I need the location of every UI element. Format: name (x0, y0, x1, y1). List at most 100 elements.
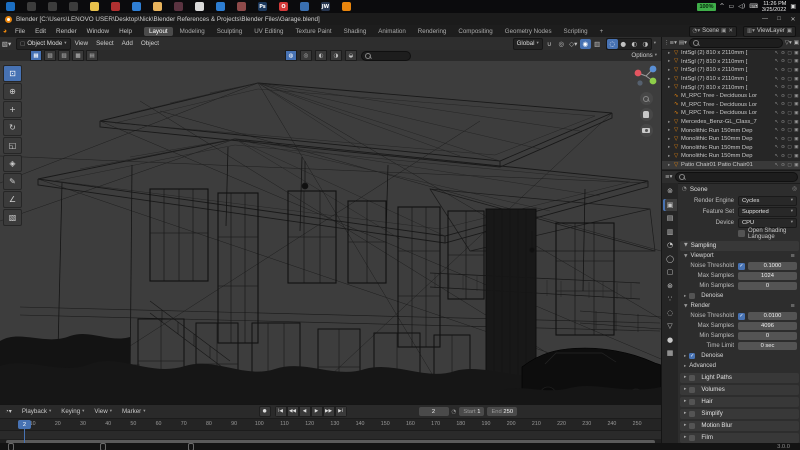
collapsed-panel-header[interactable]: ▸ Volumes (680, 385, 799, 396)
outliner-item[interactable]: ▸ Monolithic Run 150mm Dep ↖ ⊙ ▢ ▣ (662, 126, 800, 135)
rd-min-samples-field[interactable]: 0 (738, 332, 797, 340)
properties-tab[interactable]: ⊛ (663, 280, 677, 292)
taskbar-app-icon[interactable]: JW (321, 2, 330, 11)
properties-tab[interactable]: ▢ (663, 266, 677, 278)
transform-orientation-dropdown[interactable]: Global▾ (513, 38, 543, 50)
properties-tab[interactable]: ▽ (663, 320, 677, 332)
visibility-toggle-icons[interactable]: ↖ ⊙ ▢ ▣ (775, 77, 800, 82)
rd-denoise-subpanel[interactable]: ▸ ✓ Denoise (678, 351, 800, 361)
overlays-toggle-icon[interactable]: ◉ (580, 39, 591, 49)
properties-tab[interactable]: ◯ (663, 253, 677, 265)
timeline-menu-item[interactable]: Keying▾ (56, 408, 89, 415)
viewport-tool-button[interactable]: + (3, 101, 22, 118)
feature-set-dropdown[interactable]: Supported▾ (738, 207, 797, 217)
vp-noise-threshold-checkbox[interactable]: ✓ (738, 263, 745, 270)
viewport-menu-item[interactable]: Object (137, 40, 163, 47)
playback-button[interactable]: ▶I (335, 406, 347, 417)
select-mode-extend-button[interactable]: ▧ (44, 50, 56, 61)
outliner-item[interactable]: ▸ Monolithic Run 150mm Dep ↖ ⊙ ▢ ▣ (662, 144, 800, 153)
taskbar-app-icon[interactable] (216, 2, 225, 11)
shading-mode-button[interactable]: ◑ (640, 39, 651, 49)
viewport-tool-button[interactable]: ✎ (3, 173, 22, 190)
vp-denoise-subpanel[interactable]: ▸ Denoise (678, 291, 800, 301)
snap-magnet-icon[interactable]: ∪ (544, 39, 555, 49)
menu-item[interactable]: Window (82, 28, 114, 35)
outliner-item[interactable]: ▸ IntSgl (2) 810 x 2110mm [ ↖ ⊙ ▢ ▣ (662, 49, 800, 58)
visibility-toggle-icons[interactable]: ↖ ⊙ ▢ ▣ (775, 111, 800, 116)
properties-tab[interactable]: ▦ (663, 347, 677, 359)
properties-editor-icon[interactable]: ≡▾ (665, 174, 672, 180)
shading-mode-button[interactable]: ● (618, 39, 629, 49)
outliner-item[interactable]: ▸ IntSgl (7) 810 x 2110mm [ ↖ ⊙ ▢ ▣ (662, 66, 800, 75)
filter-toggle-icon-5[interactable]: ◒ (345, 50, 357, 61)
taskbar-app-icon[interactable] (300, 2, 309, 11)
panel-checkbox[interactable] (689, 411, 695, 417)
properties-search-input[interactable] (675, 172, 798, 182)
timeline-track[interactable] (0, 431, 661, 439)
panel-checkbox[interactable] (689, 423, 695, 429)
viewport-canvas[interactable] (0, 61, 661, 404)
visibility-toggle-icons[interactable]: ↖ ⊙ ▢ ▣ (775, 154, 800, 159)
taskbar-app-icon[interactable] (195, 2, 204, 11)
workspace-tab[interactable]: Shading (339, 27, 372, 36)
tray-expand-icon[interactable]: ^ (720, 3, 725, 10)
render-engine-dropdown[interactable]: Cycles▾ (738, 196, 797, 206)
playback-button[interactable]: ▶ (311, 406, 323, 417)
sampling-render-subpanel[interactable]: ▼Render ≡ (678, 301, 800, 311)
viewport-menu-item[interactable]: View (71, 40, 93, 47)
viewport-tool-button[interactable]: ◈ (3, 155, 22, 172)
rd-noise-threshold-checkbox[interactable]: ✓ (738, 313, 745, 320)
timeline-editor-icon[interactable]: ◔▾ (0, 408, 17, 415)
viewport-menu-item[interactable]: Select (92, 40, 118, 47)
taskbar-app-icon[interactable] (132, 2, 141, 11)
vp-max-samples-field[interactable]: 1024 (738, 272, 797, 280)
taskbar-app-icon[interactable] (6, 2, 15, 11)
battery-icon[interactable]: ▭ (729, 3, 735, 10)
collapsed-panel-header[interactable]: ▸ Motion Blur (680, 421, 799, 432)
viewport-tool-button[interactable]: ⊡ (3, 65, 22, 82)
menu-item[interactable]: Edit (30, 28, 51, 35)
pin-icon[interactable]: ◎ (792, 186, 797, 192)
filter-toggle-icon-2[interactable]: ◎ (300, 50, 312, 61)
timeline-menu-item[interactable]: Playback▾ (17, 408, 56, 415)
zoom-button[interactable] (640, 92, 653, 105)
vp-denoise-checkbox[interactable] (689, 293, 695, 299)
workspace-tab[interactable]: Texture Paint (290, 27, 336, 36)
panel-checkbox[interactable] (689, 375, 695, 381)
visibility-toggle-icons[interactable]: ↖ ⊙ ▢ ▣ (775, 85, 800, 90)
properties-tab[interactable]: ▣ (663, 199, 677, 211)
taskbar-app-icon[interactable] (111, 2, 120, 11)
proportional-editing-icon[interactable]: ◎ (556, 39, 567, 49)
new-scene-icon[interactable]: ▣ (721, 28, 726, 34)
editor-type-icon[interactable]: ▧▾ (1, 39, 12, 49)
workspace-tab[interactable]: Scripting (559, 27, 593, 36)
outliner-filter-icon[interactable]: ▽▾ (785, 40, 792, 46)
taskbar-app-icon[interactable]: Ps (258, 2, 267, 11)
outliner-item[interactable]: M_RPC Tree - Deciduous Lor ↖ ⊙ ▢ ▣ (662, 109, 800, 118)
rd-denoise-checkbox[interactable]: ✓ (689, 353, 695, 359)
select-mode-subtract-button[interactable]: ▨ (58, 50, 70, 61)
vp-noise-threshold-field[interactable]: 0.1000 (748, 262, 797, 270)
outliner-item[interactable]: ▸ Patio Chair01 Patio Chair01 ↖ ⊙ ▢ ▣ (662, 161, 800, 170)
gizmos-toggle-icon[interactable]: ◇▾ (568, 39, 579, 49)
close-button[interactable]: ✕ (786, 14, 800, 25)
select-mode-set-button[interactable]: ▦ (30, 50, 42, 61)
viewport-tool-button[interactable]: ◱ (3, 137, 22, 154)
visibility-toggle-icons[interactable]: ↖ ⊙ ▢ ▣ (775, 137, 800, 142)
viewport-tool-button[interactable]: ▧ (3, 209, 22, 226)
outliner-filter-collection-icon[interactable]: ▤▾ (679, 40, 687, 46)
outliner-item[interactable]: ▸ IntSgl (7) 810 x 2110mm [ ↖ ⊙ ▢ ▣ (662, 75, 800, 84)
filter-toggle-icon-4[interactable]: ◑ (330, 50, 342, 61)
filter-toggle-icon-3[interactable]: ◐ (315, 50, 327, 61)
view-layer-selector[interactable]: ▥▾ ViewLayer ▣ (743, 26, 796, 37)
properties-tab[interactable]: ◌ (663, 307, 677, 319)
visibility-toggle-icons[interactable]: ↖ ⊙ ▢ ▣ (775, 128, 800, 133)
playback-button[interactable]: ◀ (299, 406, 311, 417)
outliner-item[interactable]: ▸ Monolithic Run 150mm Dep ↖ ⊙ ▢ ▣ (662, 152, 800, 161)
workspace-tab[interactable]: Geometry Nodes (500, 27, 557, 36)
playback-button[interactable]: ◀◀ (287, 406, 299, 417)
playback-button[interactable]: ▶▶ (323, 406, 335, 417)
workspace-tab[interactable]: Animation (373, 27, 411, 36)
collapsed-panel-header[interactable]: ▸ Hair (680, 397, 799, 408)
outliner-item[interactable]: ▸ Mercedes_Benz-GL_Class_7 ↖ ⊙ ▢ ▣ (662, 118, 800, 127)
